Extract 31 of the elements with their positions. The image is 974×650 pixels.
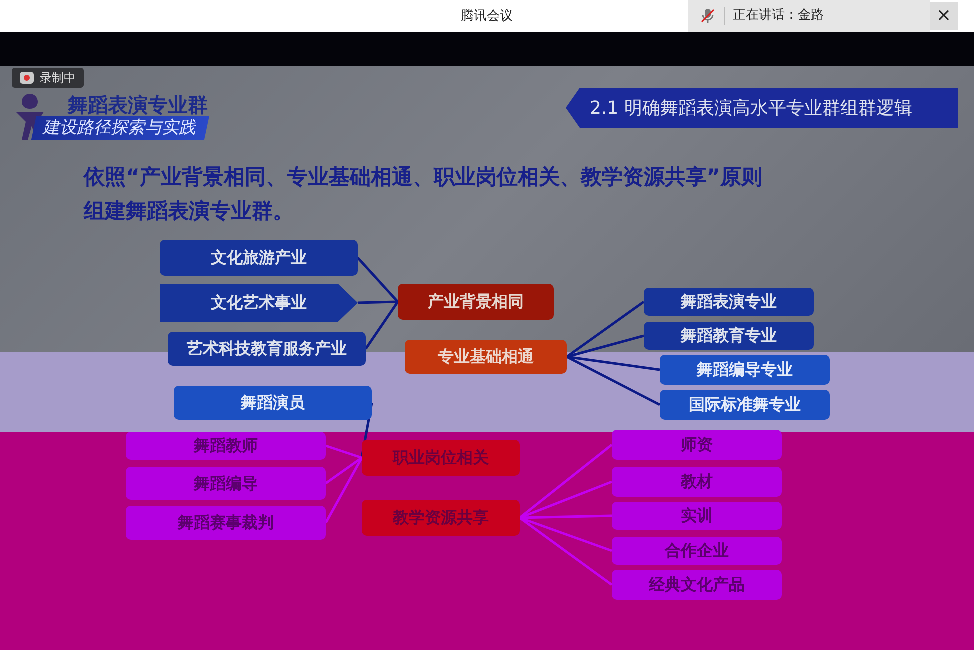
resource-box: 国际标准舞专业 [660,390,830,420]
principle-box: 职业岗位相关 [362,440,520,476]
category-box: 舞蹈赛事裁判 [126,506,326,540]
intro-text: 组建舞蹈表演专业群。 [84,198,294,225]
principle-box: 教学资源共享 [362,500,520,536]
principle-box: 专业基础相通 [405,340,567,374]
recording-icon [20,72,34,84]
intro-text: 依照“产业背景相同、专业基础相通、职业岗位相关、教学资源共享”原则 [84,164,763,191]
logo-title: 舞蹈表演专业群 [68,92,208,118]
resource-box: 师资 [612,430,782,460]
window-title: 腾讯会议 [460,8,514,26]
category-box: 文化旅游产业 [160,240,358,276]
speaking-indicator: 正在讲话：金路 [733,7,824,26]
slide-heading: 2.1 明确舞蹈表演高水平专业群组群逻辑 [566,88,958,128]
category-box: 文化艺术事业 [160,284,358,322]
category-box: 舞蹈演员 [174,386,372,420]
principle-box: 产业背景相同 [398,284,554,320]
resource-box: 合作企业 [612,537,782,565]
muted-microphone-icon[interactable] [700,8,716,24]
resource-box: 舞蹈编导专业 [660,355,830,385]
resource-box: 经典文化产品 [612,570,782,600]
resource-box: 实训 [612,502,782,530]
logo-subtitle: 建设路径探索与实践 [31,116,210,140]
recording-badge: 录制中 [12,68,84,88]
resource-box: 教材 [612,467,782,497]
resource-box: 舞蹈教育专业 [644,322,814,350]
category-box: 舞蹈教师 [126,432,326,460]
category-box: 艺术科技教育服务产业 [168,332,366,366]
resource-box: 舞蹈表演专业 [644,288,814,316]
category-box: 舞蹈编导 [126,467,326,500]
close-button[interactable]: × [930,2,958,30]
